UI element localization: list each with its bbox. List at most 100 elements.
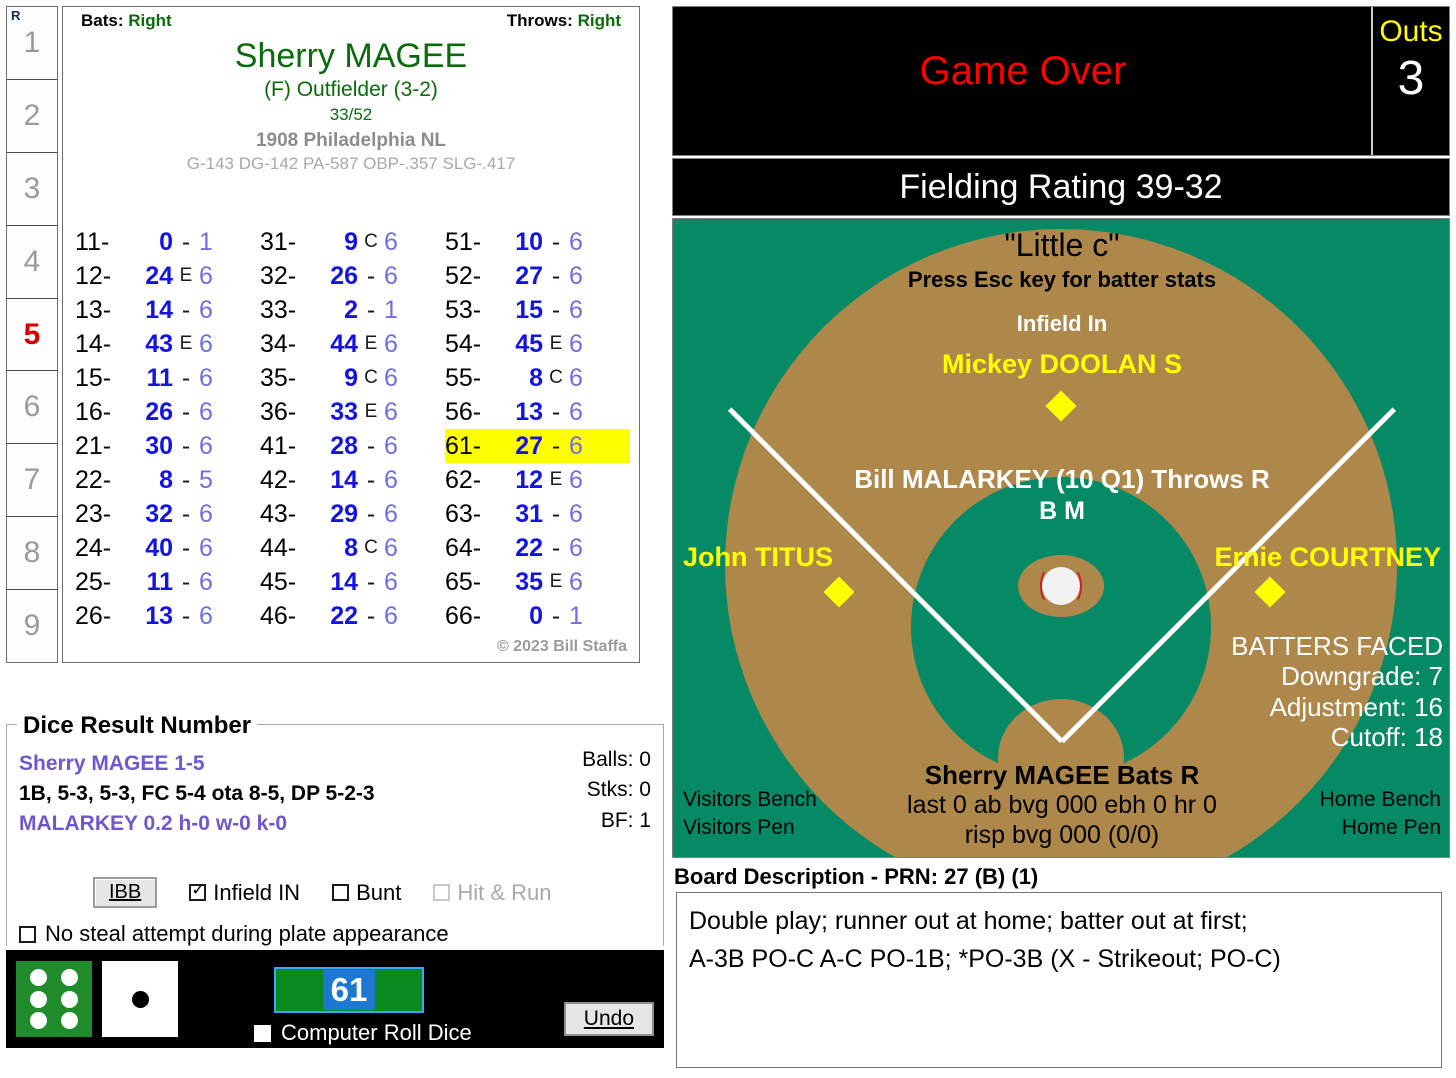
dice-row-mark: - [181, 568, 191, 596]
dice-row-key: 66- [445, 602, 482, 630]
dice-row-tail: 6 [384, 466, 398, 494]
undo-button[interactable]: Undo [563, 1002, 654, 1036]
dice-row-value: 2 [344, 296, 358, 324]
die-pip [30, 969, 48, 987]
dice-result-title: Dice Result Number [17, 712, 258, 740]
dice-row[interactable]: 54- 45 E 6 [445, 327, 630, 361]
inning-cell-6[interactable]: 6 [7, 371, 57, 445]
white-die[interactable] [102, 961, 178, 1037]
dice-row[interactable]: 31- 9 C 6 [260, 225, 445, 259]
dice-row[interactable]: 43- 29-6 [260, 497, 445, 531]
dice-row[interactable]: 33- 2-1 [260, 293, 445, 327]
dice-row[interactable]: 15- 11-6 [75, 361, 260, 395]
roll-display[interactable]: 61 [274, 967, 424, 1013]
dice-row-tail: 6 [384, 534, 398, 562]
dice-row[interactable]: 22- 8-5 [75, 463, 260, 497]
dice-row[interactable]: 14- 43 E 6 [75, 327, 260, 361]
current-batter-name[interactable]: Sherry MAGEE Bats R [673, 760, 1449, 791]
visitors-pen-button[interactable]: Visitors Pen [683, 816, 795, 840]
dice-row-key: 65- [445, 568, 482, 596]
dice-row-mark: E [364, 401, 378, 422]
dice-row[interactable]: 66- 0-1 [445, 599, 630, 633]
inning-cell-1[interactable]: 1 [7, 7, 57, 80]
dice-row[interactable]: 12- 24 E 6 [75, 259, 260, 293]
computer-roll-checkbox[interactable] [254, 1024, 271, 1042]
dice-row[interactable]: 52- 27-6 [445, 259, 630, 293]
bunt-checkbox-item[interactable]: Bunt [332, 880, 401, 906]
dice-row[interactable]: 13- 14-6 [75, 293, 260, 327]
ibb-button-label: IBB [109, 881, 142, 903]
die-pip [30, 990, 48, 1008]
visitors-bench-button[interactable]: Visitors Bench [683, 788, 817, 812]
dice-row-tail: 6 [199, 568, 213, 596]
dice-row[interactable]: 36- 33 E 6 [260, 395, 445, 429]
dice-row[interactable]: 55- 8 C 6 [445, 361, 630, 395]
dice-row[interactable]: 45- 14-6 [260, 565, 445, 599]
dice-row[interactable]: 41- 28-6 [260, 429, 445, 463]
dice-row[interactable]: 25- 11-6 [75, 565, 260, 599]
dice-row[interactable]: 64- 22-6 [445, 531, 630, 565]
ibb-button[interactable]: IBB [93, 877, 158, 908]
die-pip [60, 1011, 78, 1029]
dice-row-mark: - [366, 296, 376, 324]
dice-row-tail: 6 [384, 330, 398, 358]
dice-row-value: 10 [515, 228, 543, 256]
dice-row[interactable]: 11- 0-1 [75, 225, 260, 259]
dice-row[interactable]: 56- 13-6 [445, 395, 630, 429]
first-baseman-name[interactable]: Ernie COURTNEY [1214, 542, 1441, 573]
dice-row[interactable]: 51- 10-6 [445, 225, 630, 259]
dice-row-tail: 1 [384, 296, 398, 324]
dice-row[interactable]: 21- 30-6 [75, 429, 260, 463]
dice-row-key: 23- [75, 500, 112, 528]
shortstop-name[interactable]: Mickey DOOLAN S [673, 349, 1449, 380]
dice-row[interactable]: 46- 22-6 [260, 599, 445, 633]
right-pane: Game Over Outs 3 Fielding Rating 39-32 "… [672, 6, 1450, 1072]
inning-cell-8[interactable]: 8 [7, 517, 57, 591]
dice-row[interactable]: 61- 27-6 [445, 429, 630, 463]
dice-row-value: 9 [344, 228, 358, 256]
dice-row[interactable]: 35- 9 C 6 [260, 361, 445, 395]
strikes-count: Stks: 0 [586, 778, 651, 802]
dice-row[interactable]: 42- 14-6 [260, 463, 445, 497]
dice-row[interactable]: 32- 26-6 [260, 259, 445, 293]
dice-row-value: 12 [515, 466, 543, 494]
dice-row[interactable]: 65- 35 E 6 [445, 565, 630, 599]
baseball-field[interactable]: "Little c" Press Esc key for batter stat… [672, 218, 1450, 858]
home-bench-button[interactable]: Home Bench [1320, 788, 1441, 812]
pitcher-name[interactable]: Bill MALARKEY (10 Q1) Throws R [673, 464, 1449, 495]
dice-row[interactable]: 34- 44 E 6 [260, 327, 445, 361]
no-steal-checkbox-item[interactable]: No steal attempt during plate appearance [19, 921, 449, 947]
dice-row[interactable]: 24- 40-6 [75, 531, 260, 565]
dice-row-tail: 6 [199, 262, 213, 290]
dice-row[interactable]: 62- 12 E 6 [445, 463, 630, 497]
inning-cell-3[interactable]: 3 [7, 153, 57, 226]
computer-roll-checkbox-item[interactable]: Computer Roll Dice [254, 1020, 472, 1046]
dice-row[interactable]: 63- 31-6 [445, 497, 630, 531]
infield-in-checkbox-item[interactable]: Infield IN [189, 880, 300, 906]
dice-row[interactable]: 26- 13-6 [75, 599, 260, 633]
dice-column-2: 31- 9 C 6 32- 26-6 33- 2-1 34- 44 E 6 35- 9 C 6 36- 33 E 6 4… [260, 225, 445, 633]
dice-row[interactable]: 16- 26-6 [75, 395, 260, 429]
dice-row-mark: - [181, 228, 191, 256]
infield-in-checkbox[interactable] [189, 881, 207, 901]
outs-display: Outs 3 [1371, 7, 1449, 155]
inning-cell-4[interactable]: 4 [7, 226, 57, 299]
baseball-icon [1040, 567, 1082, 605]
green-die[interactable] [16, 961, 92, 1037]
inning-cell-2[interactable]: 2 [7, 80, 57, 153]
no-steal-checkbox[interactable] [19, 925, 36, 943]
bunt-checkbox[interactable] [332, 884, 350, 901]
dice-row[interactable]: 53- 15-6 [445, 293, 630, 327]
home-pen-button[interactable]: Home Pen [1342, 816, 1441, 840]
inning-cell-5[interactable]: 5 [7, 299, 57, 372]
dice-row-value: 45 [515, 330, 543, 358]
batters-faced-title: BATTERS FACED [1231, 631, 1443, 661]
throws-label: Throws: [506, 11, 573, 30]
dice-row[interactable]: 23- 32-6 [75, 497, 260, 531]
player-card-number: 33/52 [329, 104, 373, 124]
third-baseman-name[interactable]: John TITUS [683, 542, 833, 573]
dice-row-tail: 6 [384, 398, 398, 426]
inning-cell-7[interactable]: 7 [7, 444, 57, 518]
dice-row[interactable]: 44- 8 C 6 [260, 531, 445, 565]
inning-cell-9[interactable]: 9 [7, 590, 57, 662]
